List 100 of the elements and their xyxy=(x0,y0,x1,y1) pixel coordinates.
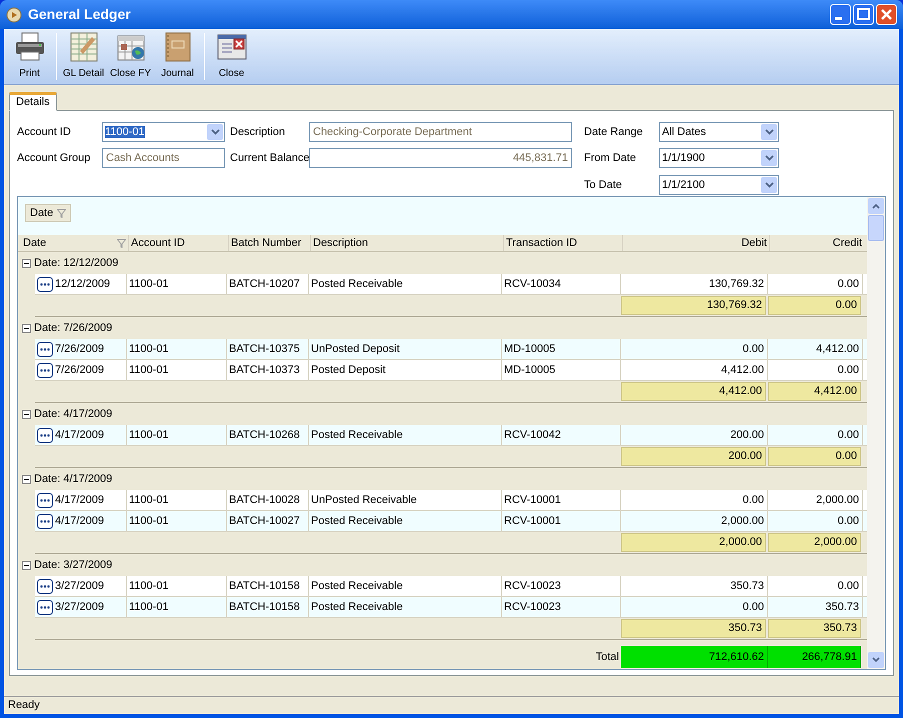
table-cell: UnPosted Deposit xyxy=(309,339,502,359)
column-header[interactable]: Date xyxy=(21,235,128,251)
table-cell: BATCH-10028 xyxy=(227,490,309,510)
dropdown-field[interactable]: 1/1/2100 xyxy=(659,175,779,196)
column-header[interactable]: Account ID xyxy=(128,235,228,251)
table-cell: 0.00 xyxy=(768,425,863,445)
collapse-icon[interactable] xyxy=(22,324,31,332)
table-cell-text: 3/27/2009 xyxy=(55,600,104,615)
group-header: Date: 3/27/2009 xyxy=(34,558,112,573)
column-header[interactable]: Transaction ID xyxy=(503,235,622,251)
dropdown-field[interactable]: 1100-01 xyxy=(102,122,225,142)
table-cell: Posted Receivable xyxy=(309,576,502,596)
toolbar-button[interactable]: Close xyxy=(208,29,255,84)
column-header[interactable]: Credit xyxy=(769,235,864,251)
group-header: Date: 12/12/2009 xyxy=(34,256,118,271)
scroll-down-button[interactable] xyxy=(868,652,884,668)
summary-cell: 2,000.00 xyxy=(768,533,861,552)
table-cell: Posted Receivable xyxy=(309,425,502,445)
text-field[interactable]: Cash Accounts xyxy=(102,148,225,168)
collapse-icon[interactable] xyxy=(22,474,31,484)
dropdown-field[interactable]: All Dates xyxy=(659,122,779,142)
table-cell: 0.00 xyxy=(768,511,863,531)
table-cell-text: 7/26/2009 xyxy=(55,342,104,357)
row-details-button[interactable] xyxy=(37,600,53,614)
group-header: Date: 7/26/2009 xyxy=(34,320,112,336)
summary-cell: 350.73 xyxy=(768,619,861,638)
filter-icon xyxy=(117,238,126,248)
table-cell: RCV-10034 xyxy=(502,274,621,294)
row-details-button[interactable] xyxy=(37,342,53,356)
total-label: Total xyxy=(594,650,620,665)
summary-cell: 350.73 xyxy=(621,619,766,638)
table-cell: UnPosted Receivable xyxy=(309,490,502,510)
table-cell: BATCH-10158 xyxy=(227,576,309,596)
table-cell: 0.00 xyxy=(621,490,768,510)
table-cell: 4,412.00 xyxy=(768,339,863,359)
text-field[interactable]: Checking-Corporate Department xyxy=(309,122,572,142)
summary-cell: 0.00 xyxy=(768,296,861,315)
text-field[interactable]: 445,831.71 xyxy=(309,148,572,168)
column-header[interactable]: Batch Number xyxy=(228,235,310,251)
table-cell: 1100-01 xyxy=(127,490,227,510)
table-cell: BATCH-10268 xyxy=(227,425,309,445)
minimize-icon[interactable] xyxy=(830,4,851,25)
row-details-button[interactable] xyxy=(37,492,53,508)
column-header[interactable]: Debit xyxy=(622,235,769,251)
table-cell: Posted Receivable xyxy=(309,274,502,294)
table-cell: RCV-10023 xyxy=(502,576,621,596)
toolbar-button[interactable]: Journal xyxy=(154,29,201,84)
table-cell: RCV-10023 xyxy=(502,597,621,617)
scroll-thumb[interactable] xyxy=(868,215,884,241)
spreadsheet-icon xyxy=(68,31,100,63)
field-label: Description xyxy=(230,126,286,138)
toolbar-button[interactable]: Close FY xyxy=(107,29,154,84)
table-cell-text: 7/26/2009 xyxy=(55,362,104,378)
table-cell-text: 12/12/2009 xyxy=(55,276,110,292)
table-cell: MD-10005 xyxy=(502,339,621,359)
field-label: Current Balance xyxy=(230,152,310,164)
table-cell: RCV-10042 xyxy=(502,425,621,445)
table-cell: 0.00 xyxy=(621,339,768,359)
row-details-button[interactable] xyxy=(37,514,53,528)
table-cell: 2,000.00 xyxy=(768,490,863,510)
toolbar-button[interactable]: GL Detail xyxy=(60,29,107,84)
field-label: From Date xyxy=(584,151,637,166)
row-details-button[interactable] xyxy=(37,276,53,292)
filter-icon xyxy=(57,208,66,218)
app-icon xyxy=(6,6,22,22)
collapse-icon[interactable] xyxy=(22,410,31,418)
table-cell: 4,412.00 xyxy=(621,360,768,380)
group-by-chip[interactable]: Date xyxy=(25,204,72,222)
row-details-button[interactable] xyxy=(37,428,53,442)
scroll-up-button[interactable] xyxy=(868,198,884,214)
table-cell: 1100-01 xyxy=(127,597,227,617)
table-cell-text: 3/27/2009 xyxy=(55,578,104,594)
table-cell: 1100-01 xyxy=(127,274,227,294)
collapse-icon[interactable] xyxy=(22,258,31,268)
table-cell: 200.00 xyxy=(621,425,768,445)
table-cell: 0.00 xyxy=(621,597,768,617)
table-cell: 1100-01 xyxy=(127,360,227,380)
dropdown-field[interactable]: 1/1/1900 xyxy=(659,148,779,168)
maximize-icon[interactable] xyxy=(853,4,874,25)
row-details-button[interactable] xyxy=(37,362,53,378)
row-details-button[interactable] xyxy=(37,578,53,594)
summary-cell: 0.00 xyxy=(768,447,861,466)
summary-cell: 200.00 xyxy=(621,447,766,466)
table-cell-text: 4/17/2009 xyxy=(55,492,104,508)
summary-cell: 130,769.32 xyxy=(621,296,766,315)
printer-icon xyxy=(14,31,46,63)
table-cell: 1100-01 xyxy=(127,339,227,359)
summary-cell: 2,000.00 xyxy=(621,533,766,552)
total-cell: 266,778.91 xyxy=(768,646,861,668)
toolbar-button[interactable]: Print xyxy=(6,29,53,84)
collapse-icon[interactable] xyxy=(22,560,31,570)
tab[interactable]: Details xyxy=(9,92,57,111)
table-cell: Posted Receivable xyxy=(309,511,502,531)
close-icon[interactable] xyxy=(876,4,897,25)
table-cell-text: 4/17/2009 xyxy=(55,514,104,529)
status-text: Ready xyxy=(8,698,40,714)
column-header[interactable]: Description xyxy=(310,235,503,251)
table-cell: 130,769.32 xyxy=(621,274,768,294)
table-cell: BATCH-10207 xyxy=(227,274,309,294)
group-header: Date: 4/17/2009 xyxy=(34,472,112,487)
